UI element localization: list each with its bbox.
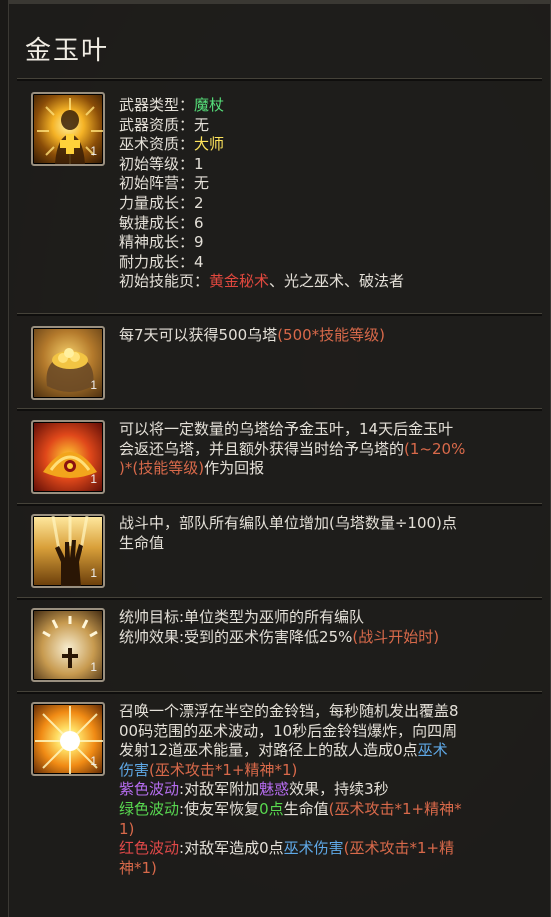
- stat-weapon-type: 武器类型：魔杖: [119, 96, 225, 114]
- skill-row[interactable]: 1 可以将一定数量的乌塔给予金玉叶，14天后金玉叶 会返还乌塔，并且额外获得当时…: [31, 420, 536, 496]
- level-badge: 1: [90, 566, 97, 580]
- level-badge: 1: [90, 472, 97, 486]
- level-badge: 1: [90, 660, 97, 674]
- stat-weapon-aptitude: 武器资质：无: [119, 115, 210, 134]
- skill-description: 战斗中，部队所有编队单位增加(乌塔数量÷100)点 生命值: [119, 514, 457, 552]
- skill-row[interactable]: 1 统帅目标:单位类型为巫师的所有编队 统帅效果:受到的巫术伤害降低25%(战斗…: [31, 608, 536, 684]
- hero-name-title: 金玉叶: [25, 36, 110, 66]
- skill-row[interactable]: 1 召唤一个漂浮在半空的金铃铛，每秒随机发出覆盖8 00码范围的巫术波动，10秒…: [31, 702, 536, 912]
- stat-agility-growth: 敏捷成长：6: [119, 213, 204, 232]
- level-badge: 1: [90, 144, 97, 158]
- stat-spirit-growth: 精神成长：9: [119, 233, 204, 252]
- divider: [17, 597, 542, 600]
- skill-description: 可以将一定数量的乌塔给予金玉叶，14天后金玉叶 会返还乌塔，并且额外获得当时给予…: [119, 420, 466, 478]
- hero-portrait-icon: 1: [31, 92, 105, 166]
- divider: [17, 313, 542, 316]
- skill-description: 统帅目标:单位类型为巫师的所有编队 统帅效果:受到的巫术伤害降低25%(战斗开始…: [119, 608, 440, 646]
- raised-hand-icon: 1: [31, 514, 105, 588]
- golden-bell-burst-icon: 1: [31, 702, 105, 776]
- level-badge: 1: [90, 378, 97, 392]
- divider: [17, 503, 542, 506]
- stat-sorcery-aptitude: 巫术资质：大师: [119, 135, 225, 154]
- divider: [17, 691, 542, 694]
- divider: [17, 408, 542, 411]
- hero-info-panel: 金玉叶 1 武器类型：魔杖 武器资质：无 巫术资质：大师 初始等级：1 初始阵营…: [8, 0, 551, 917]
- stat-initial-level: 初始等级：1: [119, 154, 204, 173]
- skill-description: 每7天可以获得500乌塔(500*技能等级): [119, 326, 386, 344]
- stats-text: 武器类型：魔杖 武器资质：无 巫术资质：大师 初始等级：1 初始阵营：无 力量成…: [119, 96, 532, 292]
- skill-row[interactable]: 1 战斗中，部队所有编队单位增加(乌塔数量÷100)点 生命值: [31, 514, 536, 590]
- stat-strength-growth: 力量成长：2: [119, 193, 204, 212]
- stat-endurance-growth: 耐力成长：4: [119, 252, 204, 271]
- gold-pouch-icon: 1: [31, 326, 105, 400]
- divider: [17, 78, 542, 81]
- stats-block: 1 武器类型：魔杖 武器资质：无 巫术资质：大师 初始等级：1 初始阵营：无 力…: [31, 92, 536, 312]
- stat-initial-faction: 初始阵营：无: [119, 174, 210, 193]
- holy-shield-icon: 1: [31, 608, 105, 682]
- level-badge: 1: [90, 754, 97, 768]
- skill-description: 召唤一个漂浮在半空的金铃铛，每秒随机发出覆盖8 00码范围的巫术波动，10秒后金…: [119, 702, 462, 877]
- skill-row[interactable]: 1 每7天可以获得500乌塔(500*技能等级): [31, 326, 536, 402]
- stat-skill-pages: 初始技能页：黄金秘术、光之巫术、破法者: [119, 272, 405, 291]
- golden-crown-icon: 1: [31, 420, 105, 494]
